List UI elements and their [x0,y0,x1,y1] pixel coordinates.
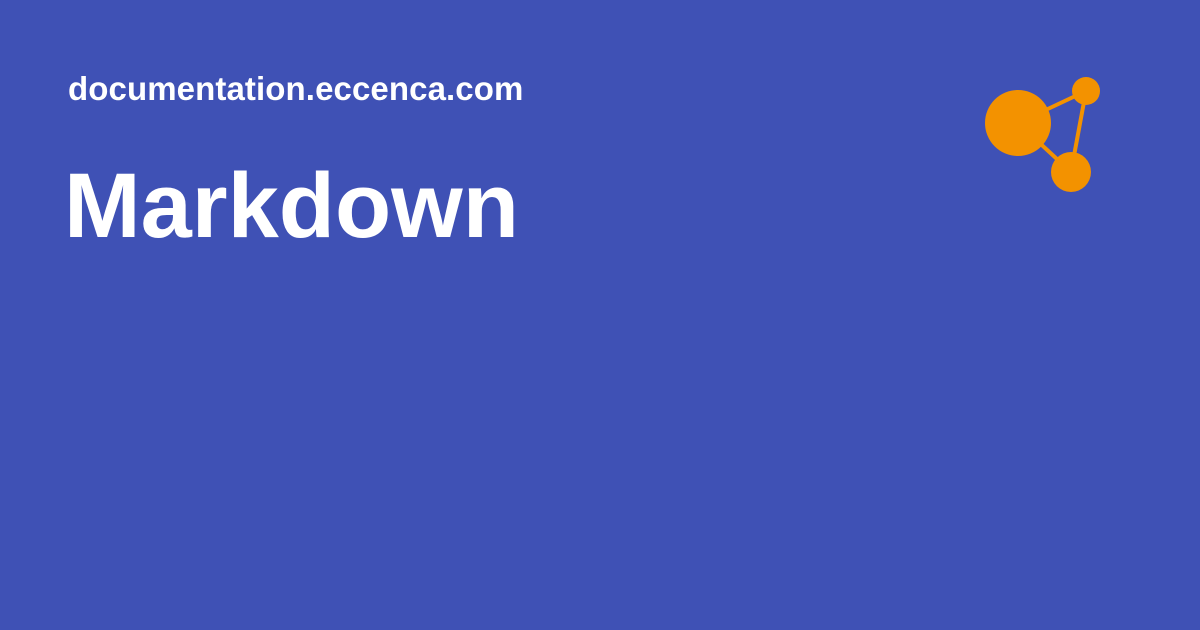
logo-node-large [985,90,1051,156]
site-domain: documentation.eccenca.com [68,70,524,107]
logo-node-small [1072,77,1100,105]
eccenca-graph-logo-icon [985,77,1100,192]
logo-node-medium [1051,152,1091,192]
page-title: Markdown [64,155,519,257]
social-card: documentation.eccenca.com Markdown [0,0,1200,630]
